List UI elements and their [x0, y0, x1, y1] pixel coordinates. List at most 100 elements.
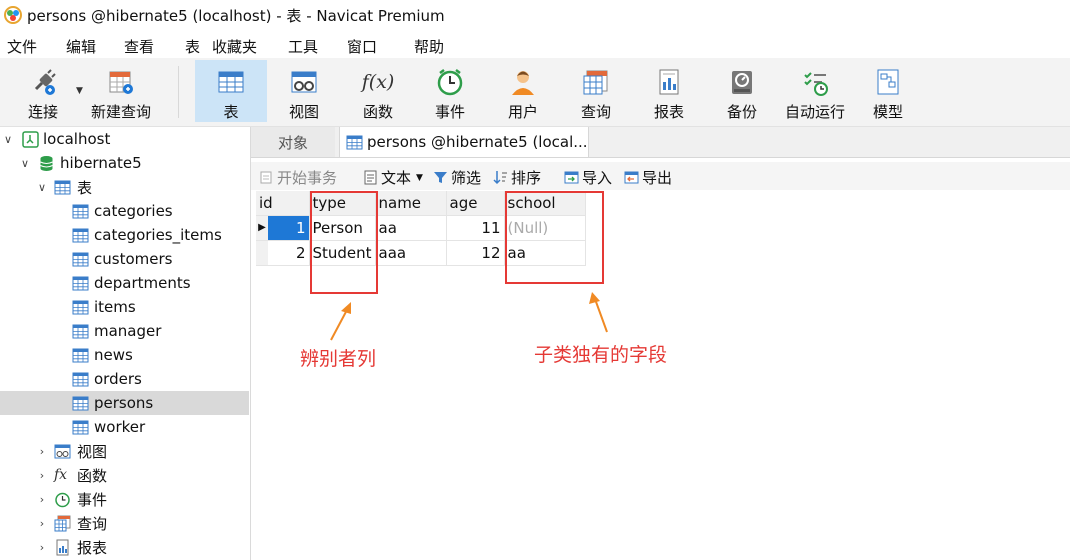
model-button[interactable]: 模型 [860, 60, 916, 122]
tree-group-functions[interactable]: › fx 函数 [0, 463, 249, 487]
report-button[interactable]: 报表 [641, 60, 697, 122]
row-1-id-container: ▶ 1 [256, 215, 310, 241]
column-header-id[interactable]: id [256, 191, 310, 216]
tree-group-reports[interactable]: › 报表 [0, 535, 249, 559]
subclass-field-highlight-box [505, 191, 604, 284]
text-label: 文本 [381, 169, 412, 187]
tree-table-orders[interactable]: orders [0, 367, 249, 391]
menu-favorites[interactable]: 收藏夹 [212, 36, 257, 57]
new-query-button[interactable]: 新建查询 [88, 60, 154, 122]
event-button[interactable]: 事件 [422, 60, 478, 122]
clock-icon [55, 492, 70, 507]
chevron-right-icon[interactable]: › [36, 517, 48, 530]
tree-table-manager[interactable]: manager [0, 319, 249, 343]
connect-label: 连接 [27, 103, 58, 121]
table-icon [346, 135, 363, 149]
text-dropdown-icon[interactable]: ▼ [416, 173, 423, 183]
menu-window[interactable]: 窗口 [347, 36, 377, 57]
text-button[interactable]: 文本 ▼ [363, 167, 423, 188]
chevron-right-icon[interactable]: › [36, 469, 48, 482]
connect-button[interactable]: 连接 [20, 60, 66, 122]
tree-label-table: departments [94, 274, 191, 292]
tree-group-tables[interactable]: ∨ 表 [0, 175, 249, 199]
menu-edit[interactable]: 编辑 [66, 36, 96, 57]
import-button[interactable]: 导入 [564, 167, 612, 188]
connect-dropdown-icon[interactable]: ▼ [76, 86, 83, 96]
menu-help[interactable]: 帮助 [414, 36, 444, 57]
tree-table-persons[interactable]: persons [0, 391, 249, 415]
table-icon [54, 180, 71, 194]
export-button[interactable]: 导出 [624, 167, 672, 188]
function-button[interactable]: f(x) 函数 [350, 60, 406, 122]
tree-table-categories-items[interactable]: categories_items [0, 223, 249, 247]
connection-icon [22, 130, 39, 148]
chevron-right-icon[interactable]: › [36, 445, 48, 458]
tree-database-hibernate5[interactable]: ∨ hibernate5 [0, 151, 249, 175]
menu-table[interactable]: 表 [185, 36, 200, 57]
automation-button[interactable]: 自动运行 [782, 60, 848, 122]
discriminator-highlight-box [310, 191, 378, 294]
cell-age[interactable]: 11 [446, 215, 505, 241]
column-header-name[interactable]: name [375, 191, 447, 216]
user-button[interactable]: 用户 [495, 60, 551, 122]
report-icon [56, 539, 69, 555]
navigation-tree: ∨ localhost ∨ hibernate5 ∨ 表 categories … [0, 127, 251, 560]
tree-table-items[interactable]: items [0, 295, 249, 319]
cell-age[interactable]: 12 [446, 240, 505, 266]
arrow-icon [589, 292, 608, 333]
query-icon [54, 515, 71, 531]
tree-group-queries[interactable]: › 查询 [0, 511, 249, 535]
tree-label-views: 视图 [77, 442, 108, 461]
tree-table-departments[interactable]: departments [0, 271, 249, 295]
backup-button[interactable]: 备份 [714, 60, 770, 122]
tab-objects-label: 对象 [277, 133, 308, 152]
tree-group-events[interactable]: › 事件 [0, 487, 249, 511]
chevron-right-icon[interactable]: › [36, 493, 48, 506]
view-button[interactable]: 视图 [276, 60, 332, 122]
user-label: 用户 [507, 103, 538, 121]
backup-icon [727, 67, 757, 97]
menu-view[interactable]: 查看 [124, 36, 154, 57]
tree-table-news[interactable]: news [0, 343, 249, 367]
tree-connection-localhost[interactable]: ∨ localhost [0, 127, 249, 151]
tree-label-table: customers [94, 250, 173, 268]
function-label: 函数 [362, 103, 393, 121]
sort-icon [493, 171, 507, 185]
cell-id[interactable]: 1 [268, 215, 309, 240]
begin-transaction-button[interactable]: 开始事务 [259, 167, 337, 188]
toolbar-divider [178, 66, 179, 118]
current-row-indicator-icon: ▶ [256, 215, 268, 240]
tree-table-categories[interactable]: categories [0, 199, 249, 223]
tree-table-customers[interactable]: customers [0, 247, 249, 271]
chevron-down-icon[interactable]: ∨ [36, 181, 48, 194]
tree-label-table: items [94, 298, 136, 316]
menu-file[interactable]: 文件 [7, 36, 37, 57]
tab-objects[interactable]: 对象 [251, 127, 335, 157]
table-button[interactable]: 表 [195, 60, 267, 122]
annotation-subclass-field: 子类独有的字段 [534, 344, 668, 366]
column-header-age[interactable]: age [446, 191, 505, 216]
table-icon [72, 420, 89, 434]
menu-tools[interactable]: 工具 [288, 36, 318, 57]
backup-label: 备份 [726, 103, 757, 121]
chevron-down-icon[interactable]: ∨ [2, 133, 14, 146]
query-label: 查询 [580, 103, 611, 121]
chevron-down-icon[interactable]: ∨ [19, 157, 31, 170]
tree-label-table: categories_items [94, 226, 222, 244]
filter-button[interactable]: 筛选 [433, 167, 481, 188]
user-icon [508, 67, 538, 97]
view-label: 视图 [288, 103, 319, 121]
chevron-right-icon[interactable]: › [36, 541, 48, 554]
cell-id[interactable]: 2 [268, 241, 309, 265]
cell-name[interactable]: aa [375, 215, 447, 241]
view-icon [289, 67, 319, 97]
tree-table-worker[interactable]: worker [0, 415, 249, 439]
sort-button[interactable]: 排序 [493, 167, 541, 188]
tree-group-views[interactable]: › 视图 [0, 439, 249, 463]
tree-label-events: 事件 [77, 490, 108, 509]
tab-persons[interactable]: persons @hibernate5 (local... [339, 127, 589, 157]
query-button[interactable]: 查询 [568, 60, 624, 122]
cell-name[interactable]: aaa [375, 240, 447, 266]
report-label: 报表 [653, 103, 684, 121]
table-icon [72, 324, 89, 338]
